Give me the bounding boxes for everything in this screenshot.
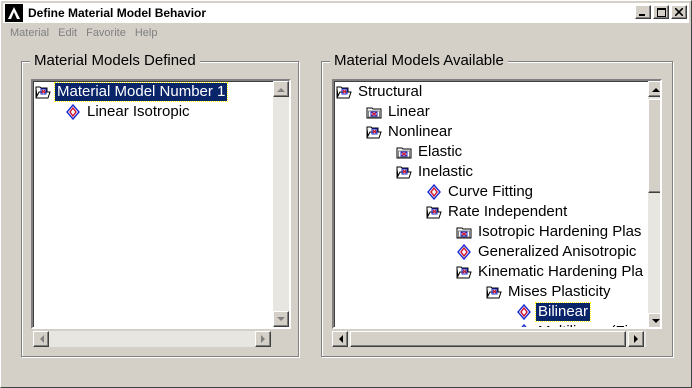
- tree-item-label: Linear Isotropic: [87, 103, 190, 120]
- diamond-leaf-icon: [65, 103, 81, 121]
- menu-material[interactable]: Material: [10, 27, 49, 39]
- tree-item-label: Isotropic Hardening Plas: [478, 223, 642, 240]
- available-tree-item[interactable]: Structural: [336, 82, 424, 102]
- minimize-button[interactable]: [635, 5, 651, 19]
- scroll-up-button[interactable]: [648, 81, 660, 97]
- available-tree-item[interactable]: Mises Plasticity: [486, 282, 613, 302]
- maximize-icon: [656, 7, 666, 17]
- defined-vertical-scrollbar[interactable]: [273, 81, 289, 327]
- available-tree-item[interactable]: Rate Independent: [426, 202, 569, 222]
- tree-item-label: Nonlinear: [388, 123, 453, 140]
- available-vertical-scrollbar[interactable]: [648, 81, 660, 327]
- available-group-title: Material Models Available: [330, 52, 508, 70]
- open-folder-icon: [426, 204, 442, 220]
- available-tree-item[interactable]: Kinematic Hardening Pla: [456, 262, 645, 282]
- arrow-up-icon: [652, 87, 660, 92]
- arrow-right-icon: [260, 335, 265, 343]
- available-tree-item[interactable]: Curve Fitting: [426, 182, 535, 202]
- scroll-down-button[interactable]: [273, 311, 289, 327]
- menu-help[interactable]: Help: [135, 27, 158, 39]
- tree-item-label: Multilinear (Fi: [536, 323, 630, 327]
- scroll-right-button[interactable]: [628, 331, 644, 347]
- arrow-right-icon: [633, 335, 638, 343]
- tree-item-label: Material Model Number 1: [53, 82, 229, 102]
- tree-item-label: Bilinear: [534, 302, 592, 322]
- arrow-down-icon: [277, 316, 285, 321]
- scroll-left-button[interactable]: [33, 331, 49, 347]
- open-folder-icon: [336, 84, 352, 100]
- available-tree-item[interactable]: Generalized Anisotropic: [456, 242, 638, 262]
- scroll-right-button[interactable]: [255, 331, 271, 347]
- diamond-leaf-icon: [516, 323, 532, 327]
- minimize-icon: [639, 14, 645, 16]
- available-tree-item[interactable]: Multilinear (Fi: [516, 322, 630, 327]
- tree-item-label: Structural: [358, 83, 423, 100]
- tree-item-label: Elastic: [418, 143, 463, 160]
- open-folder-icon: [456, 264, 472, 280]
- closed-folder-icon: [456, 224, 472, 240]
- available-tree-item[interactable]: Isotropic Hardening Plas: [456, 222, 643, 242]
- available-tree-item[interactable]: Elastic: [396, 142, 464, 162]
- diamond-leaf-icon: [426, 183, 442, 201]
- scroll-corner: [646, 331, 662, 347]
- open-folder-icon: [366, 124, 382, 140]
- available-tree-item[interactable]: Bilinear: [516, 302, 592, 322]
- menu-edit[interactable]: Edit: [58, 27, 77, 39]
- open-folder-icon: [396, 164, 412, 180]
- defined-tree[interactable]: Material Model Number 1 Linear Isotropic: [31, 79, 291, 329]
- menu-bar: Material Edit Favorite Help: [3, 24, 159, 42]
- available-tree-item[interactable]: Inelastic: [396, 162, 475, 182]
- maximize-button[interactable]: [653, 5, 669, 19]
- close-button[interactable]: [671, 5, 687, 19]
- defined-tree-item[interactable]: Material Model Number 1: [35, 82, 229, 102]
- tree-item-label: Mises Plasticity: [508, 283, 611, 300]
- tree-item-label: Linear: [388, 103, 430, 120]
- arrow-left-icon: [39, 335, 44, 343]
- open-folder-icon: [486, 284, 502, 300]
- scroll-down-button[interactable]: [648, 313, 660, 327]
- material-behavior-window: Define Material Model Behavior Material …: [0, 0, 692, 388]
- arrow-left-icon: [338, 335, 343, 343]
- scroll-thumb[interactable]: [648, 99, 660, 193]
- arrow-up-icon: [277, 87, 285, 92]
- tree-item-label: Rate Independent: [448, 203, 568, 220]
- defined-tree-item[interactable]: Linear Isotropic: [65, 102, 192, 122]
- tree-item-label: Generalized Anisotropic: [478, 243, 637, 260]
- available-tree-item[interactable]: Nonlinear: [366, 122, 454, 142]
- defined-group-title: Material Models Defined: [30, 52, 200, 70]
- scroll-thumb[interactable]: [350, 331, 626, 347]
- scroll-up-button[interactable]: [273, 81, 289, 97]
- closed-folder-icon: [396, 144, 412, 160]
- close-icon: [675, 8, 683, 16]
- ansys-logo-icon: [5, 4, 23, 22]
- diamond-leaf-icon: [456, 243, 472, 261]
- closed-folder-icon: [366, 104, 382, 120]
- tree-item-label: Kinematic Hardening Pla: [478, 263, 644, 280]
- scroll-left-button[interactable]: [332, 331, 348, 347]
- available-tree[interactable]: Structural Linear Nonlinear Elastic Inelasti…: [332, 79, 662, 329]
- defined-horizontal-scrollbar[interactable]: [33, 331, 271, 347]
- menu-favorite[interactable]: Favorite: [86, 27, 126, 39]
- window-title: Define Material Model Behavior: [28, 6, 207, 20]
- available-tree-item[interactable]: Linear: [366, 102, 432, 122]
- diamond-leaf-icon: [516, 303, 532, 321]
- available-horizontal-scrollbar[interactable]: [332, 331, 646, 347]
- arrow-down-icon: [652, 318, 660, 323]
- tree-item-label: Inelastic: [418, 163, 474, 180]
- title-bar[interactable]: Define Material Model Behavior: [3, 3, 689, 23]
- open-folder-icon: [35, 84, 51, 100]
- tree-item-label: Curve Fitting: [448, 183, 534, 200]
